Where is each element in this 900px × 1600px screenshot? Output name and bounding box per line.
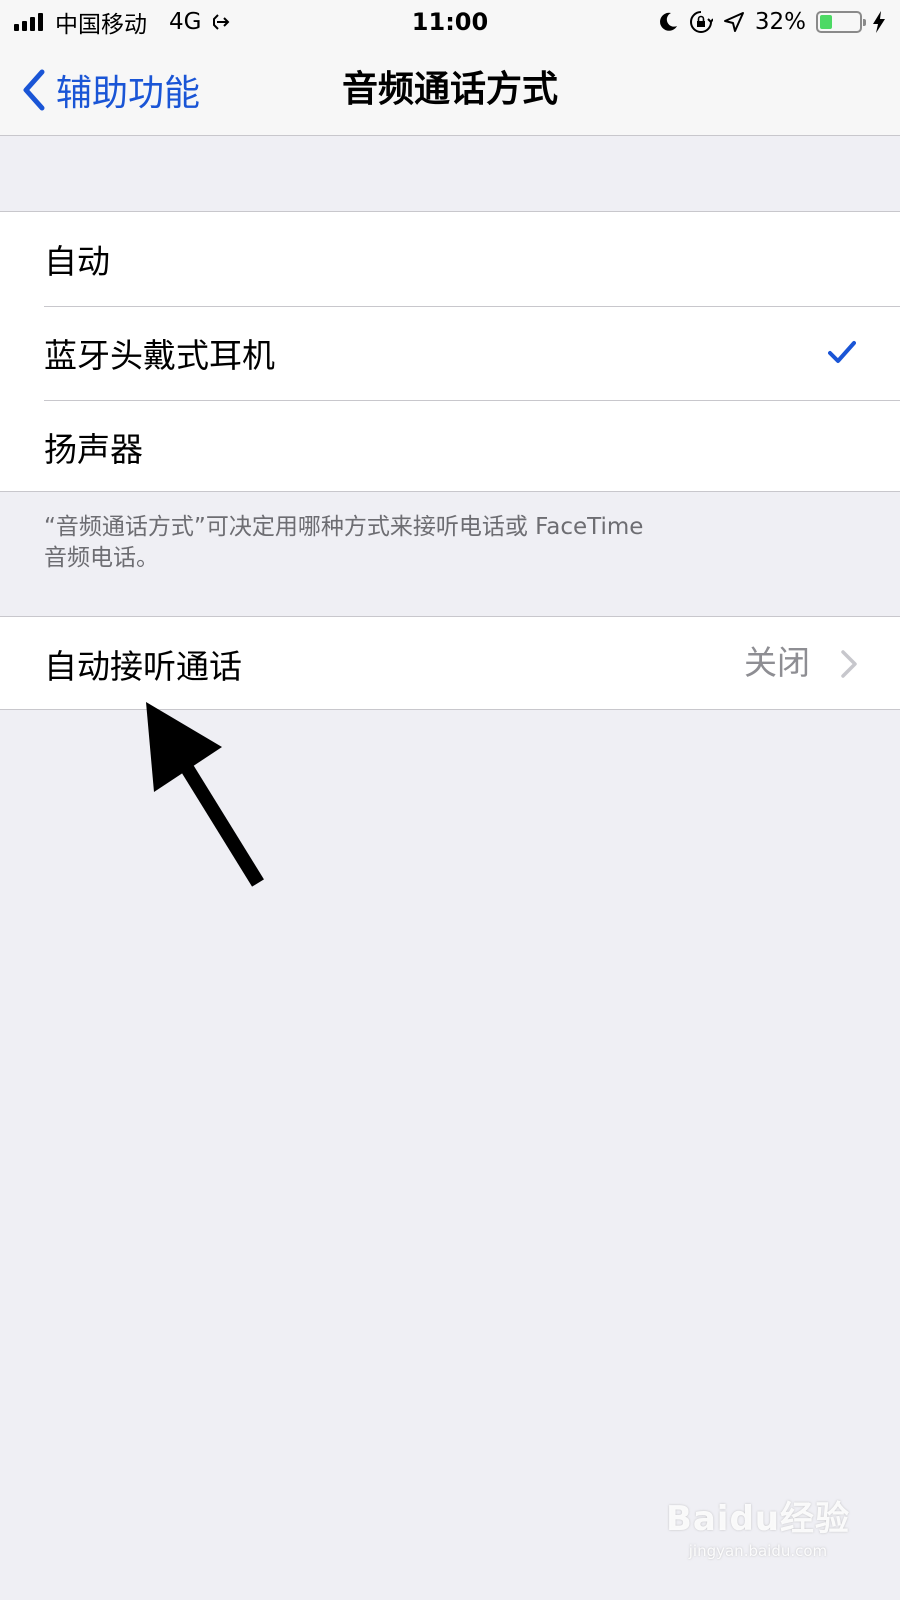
battery-icon bbox=[816, 11, 866, 33]
checkmark-icon bbox=[828, 341, 856, 363]
location-icon bbox=[723, 12, 744, 32]
footer-line-2: 音频电话。 bbox=[44, 545, 159, 571]
auto-answer-label: 自动接听通话 bbox=[44, 647, 242, 686]
footer-line-1: “音频通话方式”可决定用哪种方式来接听电话或 FaceTime bbox=[44, 514, 644, 540]
option-speaker[interactable]: 扬声器 bbox=[0, 400, 900, 494]
audio-routing-footer: “音频通话方式”可决定用哪种方式来接听电话或 FaceTime 音频电话。 bbox=[44, 512, 784, 574]
page-title: 音频通话方式 bbox=[341, 69, 558, 110]
navigation-bar: 辅助功能 音频通话方式 bbox=[0, 44, 900, 136]
moon-icon bbox=[659, 12, 677, 31]
settings-screen: 中国移动 4G 11:00 32% 辅助功能 音频通话方式 自动 蓝牙头戴式耳机… bbox=[0, 0, 900, 1600]
rotation-lock-icon bbox=[689, 11, 713, 33]
option-label: 扬声器 bbox=[44, 430, 143, 469]
watermark: Baidu经验 jingyan.baidu.com bbox=[666, 1491, 850, 1560]
audio-routing-group: 自动 蓝牙头戴式耳机 扬声器 bbox=[0, 211, 900, 492]
auto-answer-row[interactable]: 自动接听通话 关闭 bbox=[0, 617, 900, 711]
option-bluetooth-headset[interactable]: 蓝牙头戴式耳机 bbox=[0, 306, 900, 400]
annotation-arrow-icon bbox=[146, 702, 264, 887]
option-label: 自动 bbox=[44, 242, 110, 281]
battery-fill bbox=[820, 15, 832, 29]
option-automatic[interactable]: 自动 bbox=[0, 212, 900, 306]
battery-cap bbox=[863, 19, 866, 26]
battery-percent: 32% bbox=[754, 9, 806, 35]
auto-answer-value: 关闭 bbox=[744, 643, 810, 682]
chevron-right-icon bbox=[841, 650, 857, 678]
watermark-brand: Baidu经验 bbox=[665, 1499, 850, 1539]
watermark-url: jingyan.baidu.com bbox=[688, 1542, 828, 1560]
charging-bolt-icon bbox=[873, 11, 885, 33]
status-bar: 中国移动 4G 11:00 32% bbox=[0, 0, 900, 44]
status-right: 32% bbox=[657, 0, 886, 44]
option-label: 蓝牙头戴式耳机 bbox=[44, 336, 275, 375]
auto-answer-group: 自动接听通话 关闭 bbox=[0, 616, 900, 710]
